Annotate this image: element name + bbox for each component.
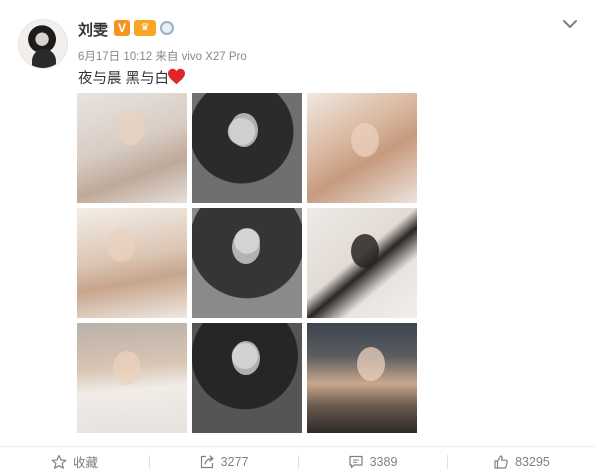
action-bar: 收藏 3277 3389 83295	[0, 446, 596, 476]
chevron-down-icon[interactable]	[561, 17, 579, 31]
username[interactable]: 刘雯	[78, 19, 108, 40]
like-button[interactable]: 83295	[447, 447, 596, 476]
like-count: 83295	[515, 454, 550, 469]
thumbs-up-icon	[494, 454, 508, 469]
avatar-figure	[32, 49, 56, 68]
post-meta: 6月17日 10:12 来自 vivo X27 Pro	[78, 48, 247, 64]
photo-grid	[77, 93, 417, 433]
star-icon	[51, 454, 67, 469]
photo-thumbnail[interactable]	[192, 93, 302, 203]
post-text: 夜与晨 黑与白	[78, 71, 170, 87]
photo-thumbnail[interactable]	[192, 208, 302, 318]
repost-count: 3277	[220, 454, 249, 469]
user-badges: V ♛	[114, 20, 174, 36]
photo-thumbnail[interactable]	[307, 208, 417, 318]
photo-thumbnail[interactable]	[192, 323, 302, 433]
comment-button[interactable]: 3389	[298, 447, 447, 476]
share-icon	[200, 454, 214, 468]
comment-icon	[348, 455, 363, 468]
medal-icon[interactable]	[160, 21, 174, 35]
avatar[interactable]	[18, 19, 68, 69]
favorite-label: 收藏	[72, 456, 98, 470]
photo-thumbnail[interactable]	[77, 208, 187, 318]
photo-thumbnail[interactable]	[77, 323, 187, 433]
verified-badge-icon[interactable]: V	[114, 20, 130, 36]
heart-emoji-icon	[168, 68, 185, 85]
post-timestamp[interactable]: 6月17日 10:12	[78, 51, 152, 63]
photo-thumbnail[interactable]	[307, 93, 417, 203]
favorite-button[interactable]: 收藏	[0, 447, 149, 476]
comment-count: 3389	[369, 454, 398, 469]
photo-thumbnail[interactable]	[307, 323, 417, 433]
member-crown-icon[interactable]: ♛	[134, 20, 156, 36]
repost-button[interactable]: 3277	[149, 447, 298, 476]
post-source: 来自 vivo X27 Pro	[155, 51, 247, 63]
photo-thumbnail[interactable]	[77, 93, 187, 203]
